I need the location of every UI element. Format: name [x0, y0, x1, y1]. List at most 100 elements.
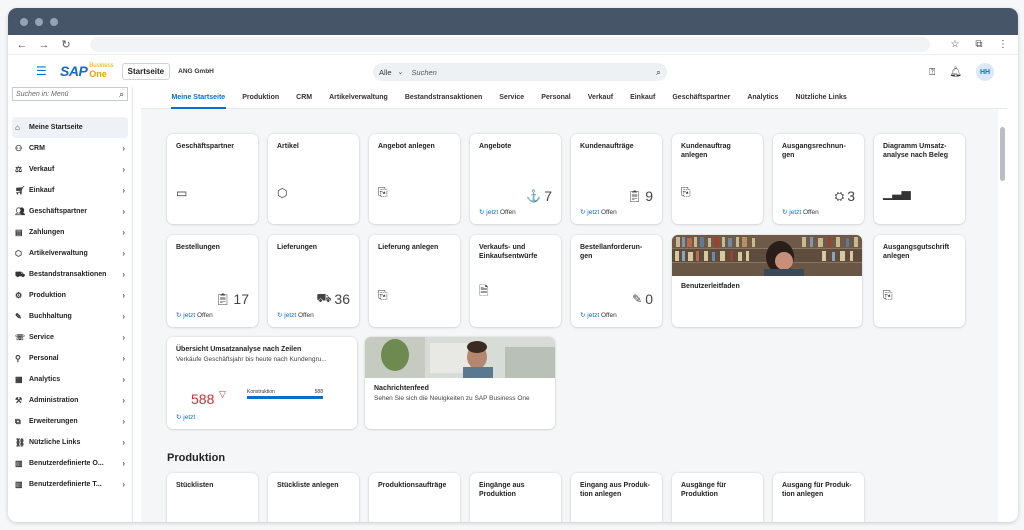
sidebar-item[interactable]: ✎ Buchhaltung ›: [12, 306, 128, 327]
tile-entwuerfe[interactable]: Verkaufs- und Einkaufsentwürfe 🗎︎: [470, 235, 561, 327]
search-scope[interactable]: Alle: [379, 68, 392, 77]
tile-angebote[interactable]: Angebote ⚓ 7 ↻ jetzt Offen: [470, 134, 561, 224]
tile-angebot-anlegen[interactable]: Angebot anlegen ⎘: [369, 134, 460, 224]
tile-bestellanforderungen[interactable]: Bestellanforderun-gen ✎ 0 ↻ jetzt Offen: [571, 235, 662, 327]
sap-logo[interactable]: SAP Business One: [60, 63, 114, 79]
production-tile[interactable]: Ausgänge für Produktion: [672, 473, 763, 522]
sidebar-item[interactable]: ⧉ Erweiterungen ›: [12, 411, 128, 432]
tab[interactable]: Nützliche Links: [787, 87, 855, 109]
chevron-right-icon[interactable]: ›: [122, 354, 125, 363]
production-tile[interactable]: Produktionsaufträge: [369, 473, 460, 522]
chevron-right-icon[interactable]: ›: [122, 144, 125, 153]
tile-benutzerleitfaden[interactable]: Benutzerleitfaden: [672, 235, 862, 327]
address-bar[interactable]: [90, 37, 930, 52]
chevron-right-icon[interactable]: ›: [122, 333, 125, 342]
search-icon[interactable]: ⌕: [119, 89, 124, 100]
window-close-dot[interactable]: [20, 17, 28, 26]
forward-arrow-icon[interactable]: →: [38, 39, 50, 51]
sidebar-item[interactable]: ⚒ Administration ›: [12, 390, 128, 411]
sidebar-item[interactable]: ☏ Service ›: [12, 327, 128, 348]
tile-lieferungen[interactable]: Lieferungen ⛟ 36 ↻ jetzt Offen: [268, 235, 359, 327]
production-tile[interactable]: Ausgang für Produk-tion anlegen: [773, 473, 864, 522]
refresh-icon[interactable]: ↻: [580, 312, 585, 319]
tab[interactable]: Analytics: [739, 87, 787, 109]
chevron-right-icon[interactable]: ›: [122, 312, 125, 321]
tab[interactable]: Personal: [533, 87, 580, 109]
chevron-right-icon[interactable]: ›: [122, 291, 125, 300]
tile-kundenauftraege[interactable]: Kundenaufträge 📋︎ 9 ↻ jetzt Offen: [571, 134, 662, 224]
production-tile[interactable]: Eingang aus Produk-tion anlegen: [571, 473, 662, 522]
chevron-right-icon[interactable]: ›: [122, 270, 125, 279]
menu-list-icon[interactable]: ☰: [36, 64, 56, 78]
tile-bestellungen[interactable]: Bestellungen 📋︎ 17 ↻ jetzt Offen: [167, 235, 258, 327]
tile-lieferung-anlegen[interactable]: Lieferung anlegen ⎘: [369, 235, 460, 327]
refresh-icon[interactable]: ↻: [479, 209, 484, 216]
sidebar-item[interactable]: ⚲ Personal ›: [12, 348, 128, 369]
window-maximize-dot[interactable]: [50, 17, 58, 26]
tile-geschaeftspartner[interactable]: Geschäftspartner ▭: [167, 134, 258, 224]
tile-ausgangsgutschrift-anlegen[interactable]: Ausgangsgutschrift anlegen ⎘: [874, 235, 965, 327]
chevron-right-icon[interactable]: ›: [122, 396, 125, 405]
tab[interactable]: Produktion: [234, 87, 288, 109]
reload-icon[interactable]: ↻: [60, 38, 72, 51]
tab[interactable]: Meine Startseite: [163, 87, 234, 109]
avatar[interactable]: HH: [976, 63, 994, 81]
tab[interactable]: Verkauf: [579, 87, 621, 109]
search-input[interactable]: Suchen: [411, 68, 656, 77]
refresh-icon[interactable]: ↻: [580, 209, 585, 216]
chevron-right-icon[interactable]: ›: [122, 186, 125, 195]
sidebar-item[interactable]: ⚖ Verkauf ›: [12, 159, 128, 180]
vertical-scrollbar[interactable]: [998, 109, 1007, 522]
refresh-icon[interactable]: ↻: [782, 209, 787, 216]
chevron-right-icon[interactable]: ›: [122, 417, 125, 426]
tile-artikel[interactable]: Artikel ⬡: [268, 134, 359, 224]
tab[interactable]: Bestandstransaktionen: [396, 87, 490, 109]
refresh-icon[interactable]: ↻: [176, 414, 181, 421]
global-search[interactable]: Alle ⌄ Suchen ⌕: [373, 63, 667, 81]
sidebar-item[interactable]: ⌂ Meine Startseite: [12, 117, 128, 138]
sidebar-item[interactable]: 🛒︎ Einkauf ›: [12, 180, 128, 201]
production-tile[interactable]: Stückliste anlegen: [268, 473, 359, 522]
tab[interactable]: Artikelverwaltung: [321, 87, 397, 109]
sidebar-item[interactable]: ▦ Analytics ›: [12, 369, 128, 390]
sidebar-item[interactable]: ⛟ Bestandstransaktionen ›: [12, 264, 128, 285]
refresh-icon[interactable]: ↻: [176, 312, 181, 319]
bell-icon[interactable]: 🔔︎: [949, 67, 962, 78]
sidebar-item[interactable]: ▥ Benutzerdefinierte T... ›: [12, 474, 128, 495]
sidebar-item[interactable]: ⛓ Nützliche Links ›: [12, 432, 128, 453]
help-icon[interactable]: ⍰: [929, 67, 935, 78]
tile-ausgangsrechnungen[interactable]: Ausgangsrechnun-gen ⛭ 3 ↻ jetzt Offen: [773, 134, 864, 224]
production-tile[interactable]: Eingänge aus Produktion: [470, 473, 561, 522]
chevron-right-icon[interactable]: ›: [122, 228, 125, 237]
refresh-icon[interactable]: ↻: [277, 312, 282, 319]
tile-kundenauftrag-anlegen[interactable]: Kundenauftrag anlegen ⎘: [672, 134, 763, 224]
back-arrow-icon[interactable]: ←: [16, 39, 28, 51]
chevron-down-icon[interactable]: ⌄: [398, 68, 404, 76]
scrollbar-thumb[interactable]: [1000, 127, 1005, 181]
tab[interactable]: CRM: [288, 87, 321, 109]
home-button[interactable]: Startseite: [121, 62, 171, 80]
tab[interactable]: Service: [491, 87, 533, 109]
chevron-right-icon[interactable]: ›: [122, 480, 125, 489]
tab[interactable]: Geschäftspartner: [664, 87, 739, 109]
browser-menu-icon[interactable]: ⋮: [996, 39, 1010, 50]
chevron-right-icon[interactable]: ›: [122, 249, 125, 258]
window-minimize-dot[interactable]: [35, 17, 43, 26]
sidebar-item[interactable]: ⚙ Produktion ›: [12, 285, 128, 306]
chevron-right-icon[interactable]: ›: [122, 165, 125, 174]
chevron-right-icon[interactable]: ›: [122, 459, 125, 468]
tile-diagramm-umsatzanalyse[interactable]: Diagramm Umsatz-analyse nach Beleg ▁▃▅: [874, 134, 965, 224]
sidebar-item[interactable]: ⬡ Artikelverwaltung ›: [12, 243, 128, 264]
sidebar-item[interactable]: ▤ Zahlungen ›: [12, 222, 128, 243]
production-tile[interactable]: Stücklisten: [167, 473, 258, 522]
chevron-right-icon[interactable]: ›: [122, 207, 125, 216]
bookmark-star-icon[interactable]: ☆: [948, 39, 962, 50]
chevron-right-icon[interactable]: ›: [122, 375, 125, 384]
search-icon[interactable]: ⌕: [656, 67, 661, 78]
chevron-right-icon[interactable]: ›: [122, 438, 125, 447]
extensions-icon[interactable]: ⧉: [972, 39, 986, 50]
tab[interactable]: Einkauf: [622, 87, 664, 109]
sidebar-item[interactable]: ▥ Benutzerdefinierte O... ›: [12, 453, 128, 474]
menu-search-input[interactable]: Suchen in: Menü ⌕: [12, 87, 128, 101]
sidebar-item[interactable]: ⚇ CRM ›: [12, 138, 128, 159]
